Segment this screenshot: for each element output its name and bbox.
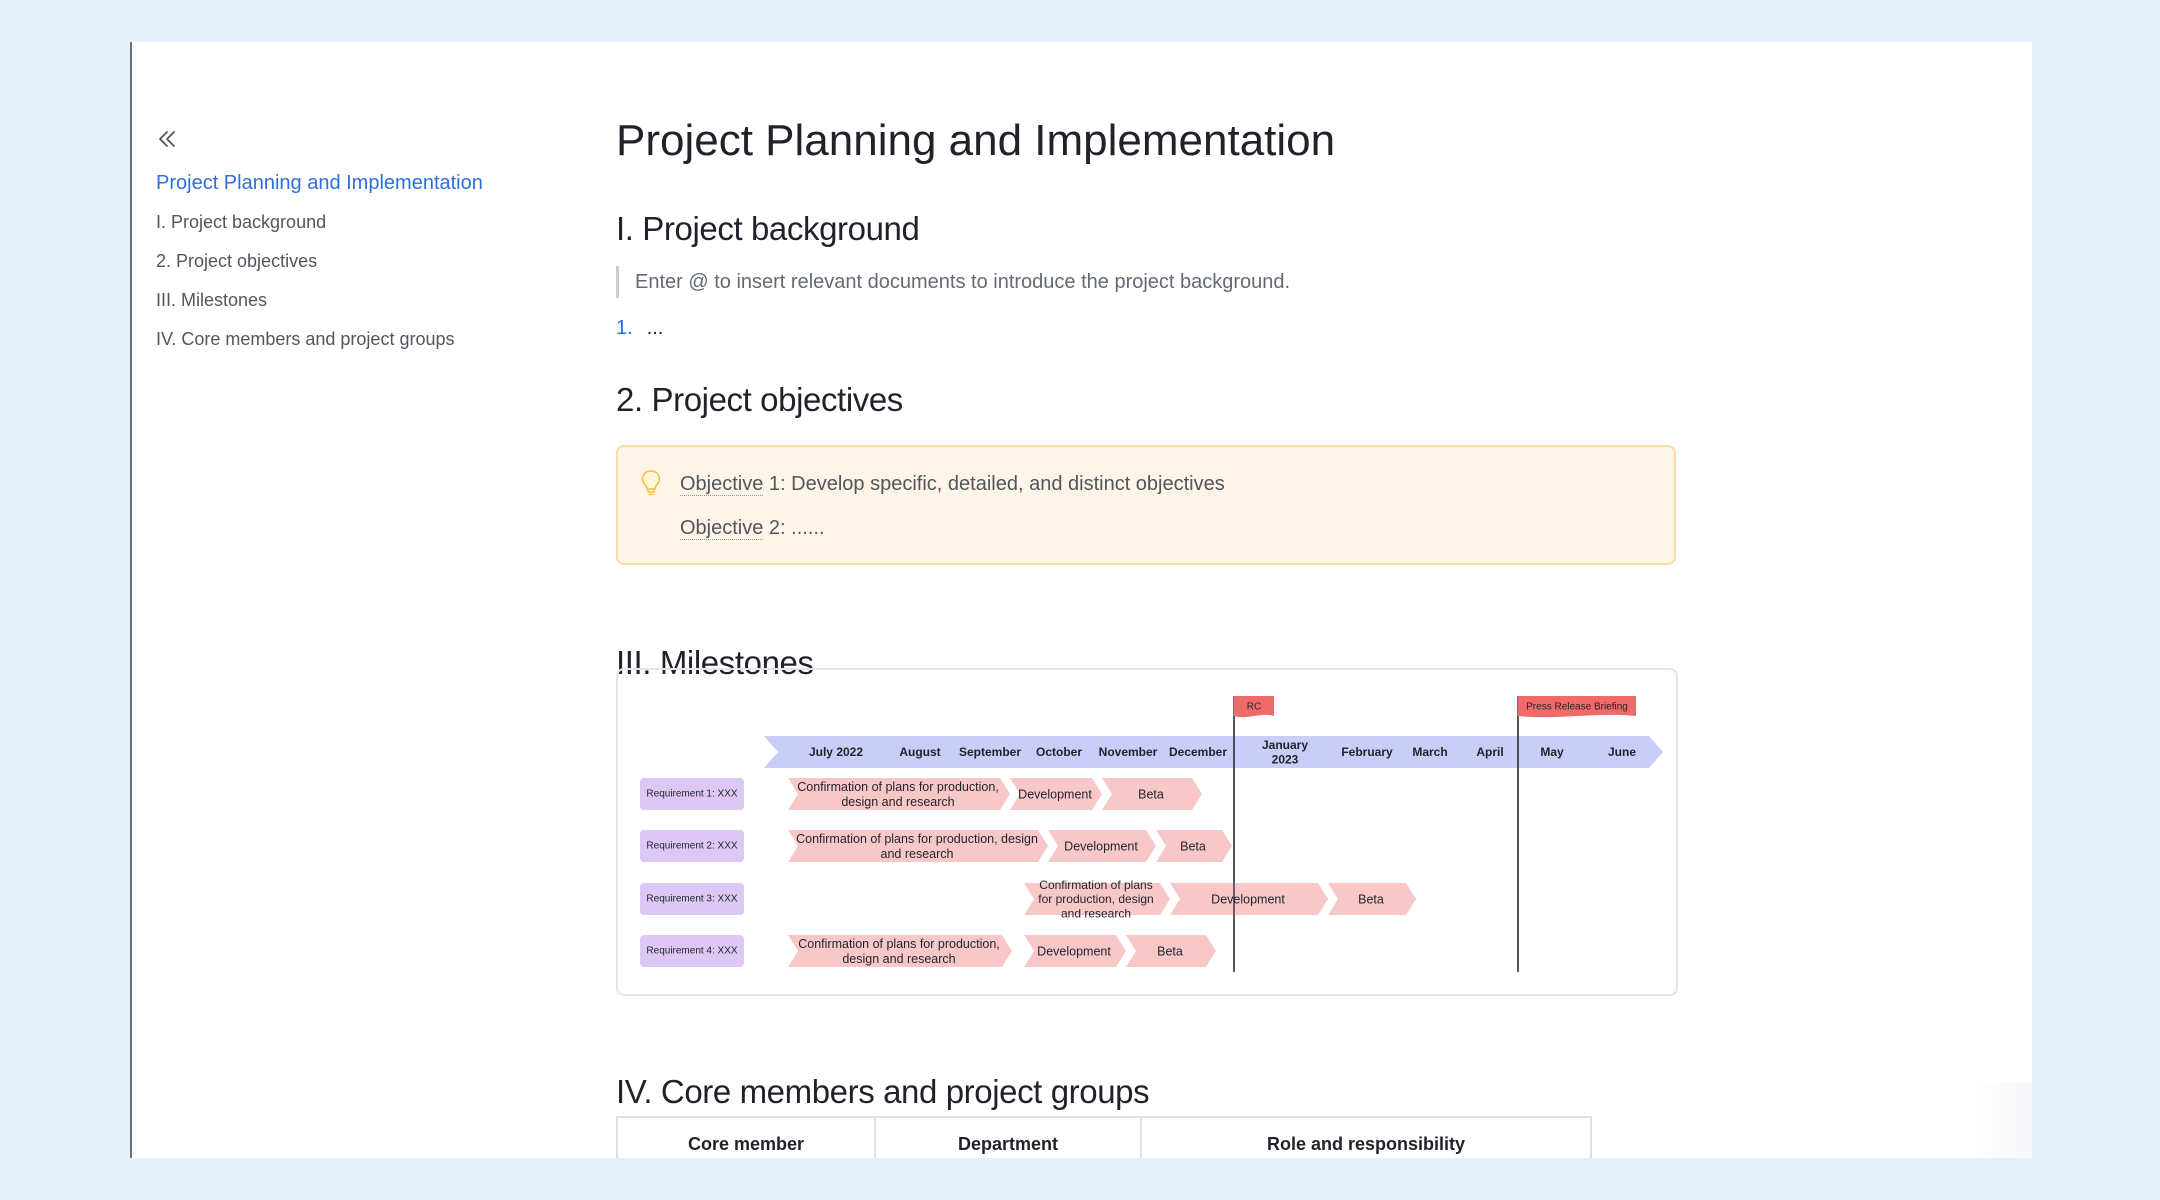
milestone-flag-label: Press Release Briefing — [1526, 702, 1628, 713]
requirement-label: Requirement 4: XXX — [646, 946, 737, 957]
toc-item-members[interactable]: IV. Core members and project groups — [156, 320, 576, 359]
milestones-timeline: July 2022 August September October November D… — [640, 696, 1663, 972]
toc-item-milestones[interactable]: III. Milestones — [156, 281, 576, 320]
toc-item-objectives[interactable]: 2. Project objectives — [156, 242, 576, 281]
objective-2: Objective 2: ...... — [680, 517, 825, 540]
task-label: Beta — [1180, 839, 1206, 853]
heading-project-objectives[interactable]: 2. Project objectives — [616, 381, 903, 419]
task-label: Development — [1018, 787, 1092, 801]
timeline-month-label: February — [1341, 745, 1393, 759]
document-window: Project Planning and Implementation I. P… — [130, 42, 2032, 1158]
table-header-core-member[interactable]: Core member — [618, 1118, 876, 1158]
heading-project-background[interactable]: I. Project background — [616, 210, 920, 248]
members-table: Core member Department Role and responsi… — [616, 1116, 1592, 1158]
timeline-month-label: April — [1476, 745, 1503, 759]
milestones-diagram[interactable]: July 2022 August September October November D… — [616, 668, 1678, 996]
task-label: Beta — [1358, 892, 1384, 906]
timeline-month-label: March — [1412, 745, 1447, 759]
task-label: Development — [1211, 892, 1285, 906]
timeline-month-label: November — [1099, 745, 1158, 759]
objective-2-link[interactable]: Objective — [680, 517, 764, 540]
blockquote-placeholder[interactable]: Enter @ to insert relevant documents to … — [616, 266, 1290, 298]
collapse-sidebar-button[interactable] — [156, 124, 186, 154]
table-of-contents: Project Planning and Implementation I. P… — [156, 124, 576, 359]
timeline-month-label: August — [899, 745, 940, 759]
requirement-label: Requirement 1: XXX — [646, 789, 737, 800]
timeline-month-label: June — [1608, 745, 1636, 759]
timeline-month-label: December — [1169, 745, 1227, 759]
toc-item-background[interactable]: I. Project background — [156, 203, 576, 242]
ordered-list-item[interactable]: 1.... — [616, 312, 663, 344]
timeline-month-label: October — [1036, 745, 1082, 759]
list-item-text: ... — [646, 317, 664, 339]
requirement-label: Requirement 2: XXX — [646, 841, 737, 852]
objective-1-link[interactable]: Objective — [680, 473, 764, 496]
requirement-label: Requirement 3: XXX — [646, 894, 737, 905]
timeline-month-label: May — [1540, 745, 1564, 759]
double-chevron-left-icon — [159, 131, 175, 147]
milestone-flag-label: RC — [1247, 702, 1261, 713]
timeline-month-label: September — [959, 745, 1021, 759]
table-header-role[interactable]: Role and responsibility — [1142, 1118, 1590, 1158]
objectives-callout[interactable]: Objective 1: Develop specific, detailed,… — [616, 445, 1676, 565]
table-header-department[interactable]: Department — [876, 1118, 1142, 1158]
page-title[interactable]: Project Planning and Implementation — [616, 116, 1335, 166]
objective-1: Objective 1: Develop specific, detailed,… — [680, 473, 1225, 496]
heading-core-members[interactable]: IV. Core members and project groups — [616, 1073, 1150, 1111]
task-label: Beta — [1138, 787, 1164, 801]
floating-help-shadow — [1972, 1082, 2032, 1158]
toc-item-title[interactable]: Project Planning and Implementation — [156, 164, 576, 203]
lightbulb-icon — [640, 469, 662, 502]
task-label: Development — [1064, 839, 1138, 853]
task-label: Beta — [1157, 944, 1183, 958]
list-number: 1. — [616, 317, 633, 339]
objective-2-text: 2: ...... — [763, 517, 825, 539]
timeline-month-label: July 2022 — [809, 745, 863, 759]
task-label: Development — [1037, 944, 1111, 958]
objective-1-text: 1: Develop specific, detailed, and disti… — [763, 473, 1225, 495]
